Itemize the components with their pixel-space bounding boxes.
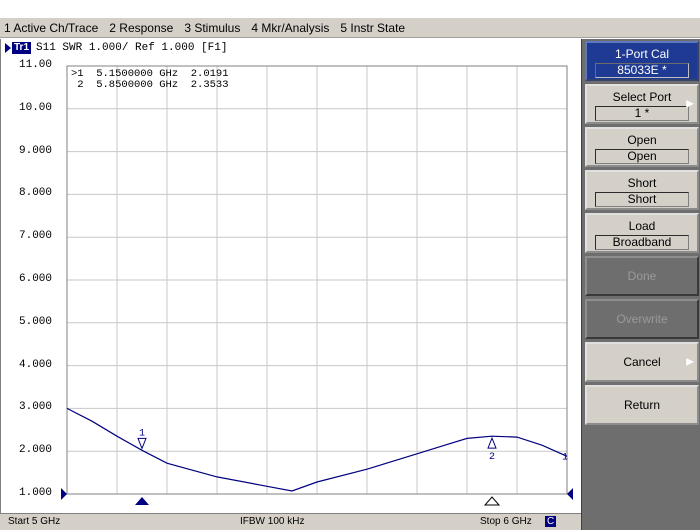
marker-1-label: 1 <box>139 428 145 439</box>
softkey-1port-cal[interactable]: 1-Port Cal 85033E * <box>585 41 699 81</box>
softkey-open[interactable]: Open Open <box>585 127 699 167</box>
marker-row-2: 2 5.8500000 GHz 2.3533 <box>71 79 229 91</box>
if-bandwidth: IFBW 100 kHz <box>240 516 305 527</box>
active-trace-arrow-icon <box>5 43 11 53</box>
softkey-load[interactable]: Load Broadband <box>585 213 699 253</box>
softkey-select-port[interactable]: Select Port 1 * ▶ <box>585 84 699 124</box>
marker-2-triangle-icon <box>487 436 497 449</box>
chart-window[interactable]: 1 1 2 Tr1 S11 SWR 1.000/ Ref 1.000 [F1] >1… <box>0 39 581 513</box>
submenu-arrow-icon: ▶ <box>686 356 694 368</box>
stimulus-marker-icon <box>483 496 501 506</box>
menu-bar: 1 Active Ch/Trace 2 Response 3 Stimulus … <box>0 18 700 38</box>
softkey-done[interactable]: Done <box>585 256 699 296</box>
reference-arrow-right-icon <box>567 488 573 500</box>
menu-mkr-analysis[interactable]: 4 Mkr/Analysis <box>251 21 329 35</box>
y-tick-label: 2.000 <box>19 444 53 457</box>
softkey-return[interactable]: Return <box>585 385 699 425</box>
stimulus-marker-active-icon <box>135 497 149 505</box>
softkey-cancel[interactable]: Cancel ▶ <box>585 342 699 382</box>
swr-chart[interactable]: 1 1 2 <box>1 39 582 513</box>
reference-arrow-left-icon <box>61 488 67 500</box>
trace-header: Tr1 S11 SWR 1.000/ Ref 1.000 [F1] <box>5 42 227 54</box>
stop-frequency: Stop 6 GHz <box>480 516 532 527</box>
menu-stimulus[interactable]: 3 Stimulus <box>184 21 240 35</box>
submenu-arrow-icon: ▶ <box>686 98 694 110</box>
y-tick-label: 11.00 <box>19 59 53 71</box>
status-bar: Start 5 GHz IFBW 100 kHz Stop 6 GHz C <box>0 513 581 530</box>
marker-2-label: 2 <box>489 452 495 463</box>
marker-table: >1 5.1500000 GHz 2.0191 2 5.8500000 GHz … <box>71 69 229 91</box>
y-tick-label: 8.000 <box>19 187 53 200</box>
y-tick-label: 1.000 <box>19 487 53 499</box>
menu-active-ch-trace[interactable]: 1 Active Ch/Trace <box>4 21 98 35</box>
softkey-panel: 1-Port Cal 85033E * Select Port 1 * ▶ Op… <box>581 39 700 530</box>
trace-end-label: 1 <box>562 452 568 463</box>
y-tick-label: 10.00 <box>19 101 53 114</box>
y-tick-label: 6.000 <box>19 273 53 285</box>
marker-1-triangle-icon <box>137 437 147 450</box>
softkey-short[interactable]: Short Short <box>585 170 699 210</box>
menu-response[interactable]: 2 Response <box>109 21 173 35</box>
trace-badge[interactable]: Tr1 <box>12 42 32 54</box>
menu-instr-state[interactable]: 5 Instr State <box>340 21 405 35</box>
sweep-mode-badge: C <box>545 516 557 527</box>
start-frequency: Start 5 GHz <box>8 516 61 527</box>
softkey-overwrite[interactable]: Overwrite <box>585 299 699 339</box>
y-tick-label: 9.000 <box>19 144 53 157</box>
trace-settings-text: S11 SWR 1.000/ Ref 1.000 [F1] <box>36 42 228 54</box>
y-tick-label: 5.000 <box>19 315 53 328</box>
y-tick-label: 4.000 <box>19 358 53 371</box>
top-strip <box>0 0 700 18</box>
y-tick-label: 7.000 <box>19 230 53 243</box>
y-tick-label: 3.000 <box>19 401 53 414</box>
